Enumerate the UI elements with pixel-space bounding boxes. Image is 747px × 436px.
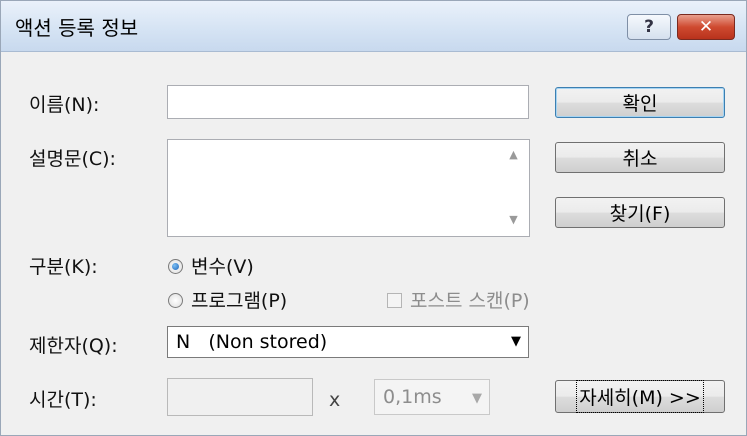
name-input[interactable] [167, 85, 529, 119]
details-button[interactable]: 자세히(M) >> [555, 380, 725, 413]
scroll-up-arrow-icon[interactable]: ▲ [498, 143, 529, 165]
radio-program[interactable] [168, 293, 183, 308]
radio-variable[interactable] [168, 259, 183, 274]
help-button[interactable]: ? [627, 14, 671, 40]
window-title: 액션 등록 정보 [15, 16, 139, 40]
time-unit-value: 0,1ms [383, 386, 442, 408]
title-bar[interactable]: 액션 등록 정보 ? ✕ [1, 1, 746, 52]
browse-button[interactable]: 찾기(F) [555, 197, 725, 228]
multiply-sign: x [329, 389, 341, 411]
ok-button-label: 확인 [622, 93, 658, 115]
radio-program-label[interactable]: 프로그램(P) [191, 286, 287, 313]
description-label: 설명문(C): [29, 148, 116, 170]
details-button-label: 자세히(M) >> [576, 380, 704, 413]
close-button[interactable]: ✕ [677, 14, 735, 40]
radio-variable-label[interactable]: 변수(V) [191, 252, 254, 279]
ok-button[interactable]: 확인 [555, 87, 725, 118]
name-label: 이름(N): [29, 94, 100, 116]
cancel-button-label: 취소 [622, 148, 658, 170]
action-properties-dialog: 액션 등록 정보 ? ✕ 이름(N): 설명문(C): ▲ ▼ 확인 취소 찾기… [0, 0, 747, 436]
qualifier-select[interactable]: N (Non stored) ▼ [167, 326, 529, 358]
close-icon: ✕ [698, 17, 714, 37]
time-unit-select[interactable]: 0,1ms ▼ [374, 379, 490, 415]
time-input[interactable] [167, 378, 313, 416]
description-textarea[interactable] [167, 139, 530, 237]
scroll-down-arrow-icon[interactable]: ▼ [498, 208, 529, 230]
post-scan-checkbox[interactable] [387, 293, 402, 308]
dropdown-arrow-icon[interactable]: ▼ [511, 334, 521, 349]
cancel-button[interactable]: 취소 [555, 142, 725, 173]
help-icon: ? [644, 17, 654, 37]
description-scrollbar[interactable]: ▲ ▼ [498, 140, 529, 236]
type-label: 구분(K): [29, 256, 98, 278]
browse-button-label: 찾기(F) [609, 203, 671, 225]
post-scan-label[interactable]: 포스트 스캔(P) [410, 286, 530, 313]
time-label: 시간(T): [29, 389, 97, 411]
qualifier-selected-value: N (Non stored) [176, 331, 328, 353]
qualifier-label: 제한자(Q): [29, 335, 118, 357]
time-unit-dropdown-arrow-icon[interactable]: ▼ [472, 391, 482, 406]
